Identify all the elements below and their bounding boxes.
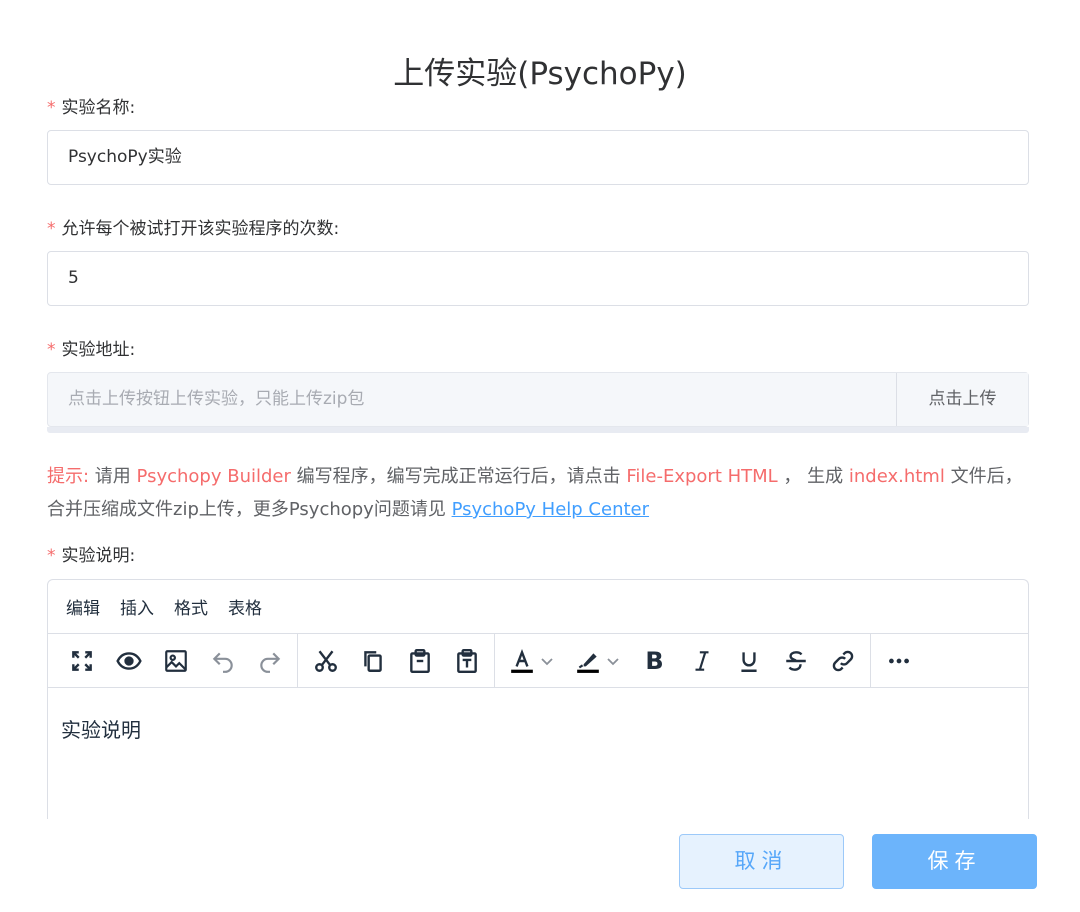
- label-text: 实验名称:: [61, 98, 136, 118]
- toolbar-group-view: [54, 633, 298, 688]
- upload-tip: 提示: 请用 Psychopy Builder 编写程序，编写完成正常运行后，请…: [47, 460, 1037, 526]
- upload-progress-bar: [47, 427, 1029, 433]
- page-title: 上传实验(PsychoPy): [393, 56, 687, 92]
- tip-export: File-Export HTML: [626, 466, 778, 487]
- highlight-icon[interactable]: [565, 641, 631, 681]
- menu-table[interactable]: 表格: [218, 594, 272, 619]
- strikethrough-icon[interactable]: [772, 641, 819, 681]
- tip-text-1: 请用: [89, 466, 137, 487]
- required-mark: *: [47, 546, 56, 566]
- toolbar-group-format: B: [495, 633, 871, 688]
- tip-text-2: 编写程序，编写完成正常运行后，请点击: [290, 466, 627, 487]
- tip-index: index.html: [848, 466, 945, 487]
- editor-content[interactable]: 实验说明: [48, 688, 1028, 769]
- experiment-desc-label: * 实验说明:: [47, 541, 135, 566]
- link-icon[interactable]: [819, 641, 866, 681]
- text-color-icon[interactable]: [499, 641, 565, 681]
- open-count-input[interactable]: 5: [47, 251, 1029, 306]
- experiment-address-label: * 实验地址:: [47, 335, 135, 360]
- menu-edit[interactable]: 编辑: [56, 594, 110, 619]
- toolbar-group-clipboard: [298, 633, 495, 688]
- experiment-address-input[interactable]: 点击上传按钮上传实验，只能上传zip包: [48, 373, 896, 426]
- paste-icon[interactable]: [396, 641, 443, 681]
- editor-menubar: 编辑 插入 格式 表格: [48, 580, 1028, 634]
- bold-icon[interactable]: B: [631, 641, 678, 681]
- experiment-name-label: * 实验名称:: [47, 93, 135, 118]
- menu-format[interactable]: 格式: [164, 594, 218, 619]
- required-mark: *: [47, 98, 56, 118]
- italic-icon[interactable]: [678, 641, 725, 681]
- tip-prefix: 提示:: [47, 466, 90, 487]
- editor-toolbar: B: [48, 633, 1028, 688]
- redo-icon[interactable]: [246, 641, 293, 681]
- tip-text-3: ， 生成: [777, 466, 849, 487]
- label-text: 实验地址:: [61, 340, 136, 360]
- experiment-address-field: 点击上传按钮上传实验，只能上传zip包 点击上传: [47, 372, 1029, 427]
- undo-icon[interactable]: [199, 641, 246, 681]
- experiment-name-input[interactable]: PsychoPy实验: [47, 130, 1029, 185]
- fullscreen-icon[interactable]: [58, 641, 105, 681]
- copy-icon[interactable]: [349, 641, 396, 681]
- cut-icon[interactable]: [302, 641, 349, 681]
- rich-text-editor: 编辑 插入 格式 表格 B 实验说明: [47, 579, 1029, 819]
- label-text: 实验说明:: [61, 546, 136, 566]
- upload-button[interactable]: 点击上传: [896, 373, 1028, 426]
- help-center-link[interactable]: PsychoPy Help Center: [452, 499, 649, 520]
- cancel-button[interactable]: 取消: [679, 834, 844, 889]
- image-icon[interactable]: [152, 641, 199, 681]
- label-text: 允许每个被试打开该实验程序的次数:: [61, 219, 340, 239]
- preview-icon[interactable]: [105, 641, 152, 681]
- open-count-label: * 允许每个被试打开该实验程序的次数:: [47, 214, 339, 239]
- tip-builder: Psychopy Builder: [136, 466, 291, 487]
- more-icon[interactable]: [875, 641, 922, 681]
- toolbar-group-more: [871, 634, 926, 688]
- menu-insert[interactable]: 插入: [110, 594, 164, 619]
- required-mark: *: [47, 340, 56, 360]
- save-button[interactable]: 保存: [872, 834, 1037, 889]
- paste-text-icon[interactable]: [443, 641, 490, 681]
- required-mark: *: [47, 219, 56, 239]
- underline-icon[interactable]: [725, 641, 772, 681]
